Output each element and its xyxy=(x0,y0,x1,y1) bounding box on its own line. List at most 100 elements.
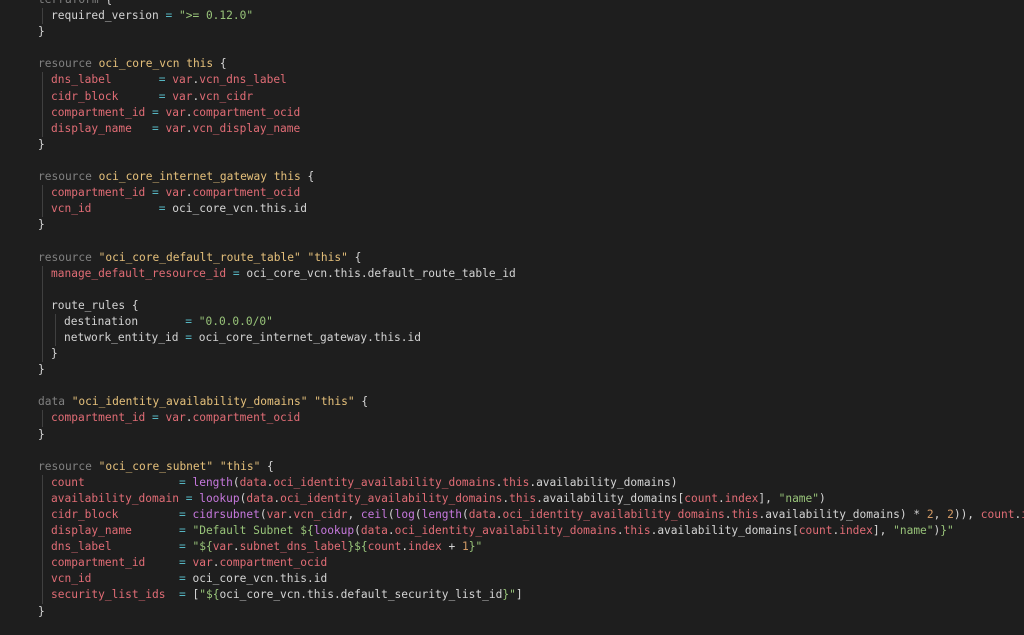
code-token: = xyxy=(178,540,193,554)
code-line: count = length(data.oci_identity_availab… xyxy=(38,474,1024,491)
code-token: }" xyxy=(468,540,483,554)
code-token: ( xyxy=(232,475,240,489)
code-token: display_name xyxy=(51,524,179,538)
indent-guide xyxy=(42,185,43,202)
code-token: ( xyxy=(354,524,361,538)
code-token: "this" xyxy=(219,459,261,473)
code-line: dns_label = "${var.subnet_dns_label}${co… xyxy=(38,539,1024,556)
code-line: } xyxy=(38,24,1024,40)
code-token: )), xyxy=(953,508,981,521)
code-token: resource xyxy=(38,250,99,264)
code-token: index xyxy=(839,524,873,538)
code-line: cidr_block = cidrsubnet(var.vcn_cidr, ce… xyxy=(38,507,1024,524)
code-token: = xyxy=(152,121,166,135)
code-token: network_entity_id xyxy=(64,330,186,344)
code-token: oci_core_internet_gateway.this.id xyxy=(198,330,422,344)
code-token: "name" xyxy=(778,491,820,505)
code-line: resource "oci_core_subnet" "this" { xyxy=(38,459,1024,475)
code-token: var xyxy=(212,540,233,554)
code-token: ( xyxy=(259,508,267,521)
code-token: data xyxy=(239,475,267,489)
code-token: . xyxy=(232,540,240,554)
code-token: cidr_block xyxy=(51,508,179,521)
code-line: vcn_id = oci_core_vcn.this.id xyxy=(38,571,1024,588)
indent-guide xyxy=(42,8,43,25)
code-token: required_version xyxy=(51,9,159,23)
code-token: oci_core_vcn.this.id xyxy=(172,202,307,216)
code-token: { xyxy=(347,250,362,264)
code-token: security_list_ids xyxy=(51,588,179,602)
indent-guide xyxy=(55,313,56,330)
code-token: compartment_ocid xyxy=(219,556,328,570)
code-token: oci_identity_availability_domains xyxy=(502,508,725,521)
code-token: this xyxy=(623,524,651,538)
code-token: oci_core_vcn.this.default_security_list_… xyxy=(219,588,503,602)
code-token: this xyxy=(186,57,214,71)
code-token: , xyxy=(347,508,361,521)
code-token: var xyxy=(172,89,193,103)
code-token: var xyxy=(172,73,193,87)
code-token: = xyxy=(232,266,247,280)
code-token: ( xyxy=(414,508,422,521)
code-token: data xyxy=(468,508,496,521)
code-token: = xyxy=(152,411,166,425)
code-token: = xyxy=(178,572,193,586)
code-token: length xyxy=(421,508,463,521)
code-token: = xyxy=(152,73,173,87)
code-token: data xyxy=(38,395,72,409)
code-token: var xyxy=(165,105,186,119)
code-token: "this" xyxy=(314,395,355,409)
code-token: }" xyxy=(940,524,954,538)
code-token: = xyxy=(178,524,193,538)
code-area[interactable]: terraform {required_version = ">= 0.12.0… xyxy=(38,0,1024,620)
code-line: network_entity_id = oci_core_internet_ga… xyxy=(38,329,1024,347)
code-token: lookup xyxy=(199,491,240,505)
code-line: } xyxy=(38,362,1024,378)
code-token: resource xyxy=(38,459,99,473)
code-token: }${ xyxy=(347,540,368,554)
indent-guide xyxy=(42,201,43,218)
indent-guide xyxy=(42,313,43,330)
editor-gutter xyxy=(0,0,24,635)
code-line: resource "oci_core_default_route_table" … xyxy=(38,250,1024,266)
code-line: manage_default_resource_id = oci_core_vc… xyxy=(38,265,1024,282)
code-token: . xyxy=(286,508,294,521)
code-token: . xyxy=(185,411,193,425)
code-line: cidr_block = var.vcn_cidr xyxy=(38,88,1024,105)
code-token: oci_identity_availability_domains xyxy=(280,491,503,505)
code-token: = xyxy=(152,89,173,103)
code-token: = xyxy=(185,491,200,505)
indent-guide xyxy=(42,490,43,507)
code-token: index xyxy=(408,540,442,554)
code-editor[interactable]: terraform {required_version = ">= 0.12.0… xyxy=(0,0,1024,635)
indent-guide xyxy=(42,72,43,89)
code-token: = xyxy=(178,556,193,570)
code-token: route_rules xyxy=(51,298,126,312)
code-line: display_name = var.vcn_display_name xyxy=(38,120,1024,137)
code-token: compartment_id xyxy=(51,186,153,200)
code-token: count xyxy=(684,491,718,505)
code-token: vcn_cidr xyxy=(199,89,254,103)
code-line: availability_domain = lookup(data.oci_id… xyxy=(38,490,1024,507)
code-token: = xyxy=(178,508,193,521)
code-line: } xyxy=(38,137,1024,153)
code-token: .availability_domains) * xyxy=(758,508,927,521)
code-line: compartment_id = var.compartment_ocid xyxy=(38,410,1024,427)
code-token: vcn_dns_label xyxy=(199,73,287,87)
code-line: } xyxy=(38,427,1024,443)
code-token: { xyxy=(125,298,139,312)
code-token: count xyxy=(367,540,402,554)
code-token: ], xyxy=(872,524,894,538)
code-token: vcn_cidr xyxy=(293,508,348,521)
indent-guide xyxy=(42,571,43,588)
code-token: = xyxy=(185,314,199,328)
code-token: compartment_id xyxy=(51,556,179,570)
code-token: resource xyxy=(38,170,99,184)
code-token: compartment_id xyxy=(51,105,153,119)
